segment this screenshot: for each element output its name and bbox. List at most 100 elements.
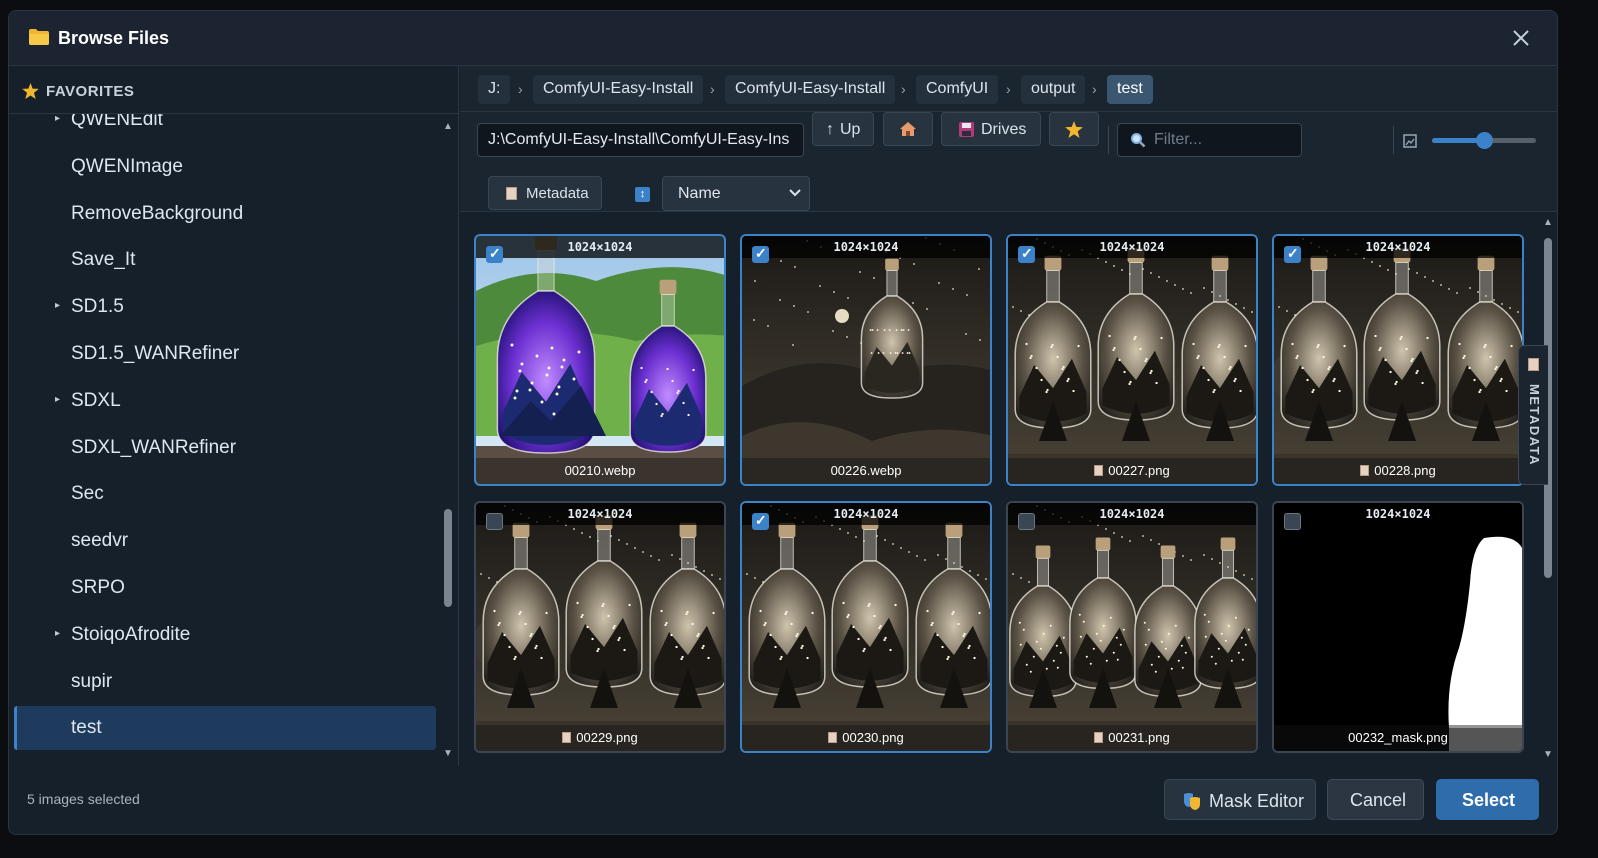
scrollbar-thumb[interactable]: [444, 509, 452, 607]
file-card[interactable]: 1024×1024 00230.png: [740, 501, 992, 753]
breadcrumb-separator: ›: [710, 81, 715, 97]
home-button[interactable]: [883, 112, 933, 146]
select-checkbox[interactable]: [752, 245, 769, 263]
scroll-up-arrow-icon[interactable]: ▲: [1543, 217, 1553, 228]
expand-arrow-icon[interactable]: ▸: [55, 300, 60, 311]
file-name-bar: 00232_mask.png: [1274, 725, 1522, 751]
metadata-button[interactable]: Metadata: [488, 176, 602, 210]
filter-input[interactable]: Filter...: [1117, 123, 1302, 157]
zoom-slider[interactable]: [1432, 132, 1536, 149]
select-checkbox[interactable]: [486, 513, 503, 530]
sidebar-item-sdxl-wanrefiner[interactable]: SDXL_WANRefiner: [14, 426, 436, 470]
thumbnail-image: [1274, 236, 1522, 484]
file-name: 00226.webp: [830, 463, 902, 478]
sidebar-item-save-it[interactable]: Save_It: [14, 238, 436, 282]
file-card[interactable]: 1024×1024 00228.png: [1272, 234, 1524, 486]
metadata-document-icon: [828, 732, 838, 743]
sidebar-scrollbar[interactable]: ▲ ▼: [441, 121, 455, 761]
sidebar-item-stoiqoafrodite[interactable]: ▸ StoiqoAfrodite: [14, 613, 436, 657]
file-name-bar: 00228.png: [1274, 458, 1522, 484]
select-checkbox[interactable]: [1018, 245, 1035, 263]
scroll-up-arrow-icon[interactable]: ▲: [443, 121, 453, 132]
sort-direction-icon[interactable]: ↕: [635, 187, 650, 202]
home-icon: [900, 122, 916, 136]
sidebar-item-label: Save_It: [71, 249, 136, 271]
scroll-down-arrow-icon[interactable]: ▼: [443, 748, 453, 759]
cancel-label: Cancel: [1350, 790, 1407, 810]
sort-value: Name: [678, 185, 721, 202]
sidebar-item-label: StoiqoAfrodite: [71, 623, 191, 645]
file-card[interactable]: 1024×1024 00231.png: [1006, 501, 1258, 753]
breadcrumb-segment[interactable]: ComfyUI: [916, 75, 999, 104]
folder-icon: [29, 29, 49, 45]
dialog-titlebar: Browse Files: [9, 11, 1557, 66]
file-card[interactable]: 1024×1024 00227.png: [1006, 234, 1258, 486]
path-input[interactable]: [477, 123, 804, 157]
close-icon[interactable]: [1509, 26, 1533, 50]
sidebar-item-qwenimage[interactable]: QWENImage: [14, 145, 436, 189]
grid-scrollbar[interactable]: ▲ ▼: [1540, 213, 1556, 766]
cancel-button[interactable]: Cancel: [1327, 779, 1424, 820]
file-name-bar: 00230.png: [742, 725, 990, 751]
breadcrumb-segment[interactable]: ComfyUI-Easy-Install: [725, 75, 896, 104]
zoom-slider-handle[interactable]: [1476, 132, 1493, 149]
select-label: Select: [1462, 790, 1516, 810]
file-name: 00231.png: [1108, 730, 1170, 745]
sidebar-item-qwenedit[interactable]: ▸ QWENEdit: [14, 114, 436, 142]
file-card[interactable]: 1024×1024 00232_mask.png: [1272, 501, 1524, 753]
sidebar-item-sd1-5[interactable]: ▸ SD1.5: [14, 285, 436, 329]
scroll-down-arrow-icon[interactable]: ▼: [1543, 749, 1553, 760]
sidebar-item-seedvr[interactable]: seedvr: [14, 519, 436, 563]
breadcrumb-segment[interactable]: ComfyUI-Easy-Install: [533, 75, 704, 104]
sidebar-item-label: SDXL: [71, 389, 121, 411]
breadcrumb-segment[interactable]: output: [1021, 75, 1086, 104]
breadcrumb-segment[interactable]: J:: [478, 75, 511, 104]
favorites-button[interactable]: [1049, 112, 1099, 146]
select-button[interactable]: Select: [1436, 779, 1539, 820]
select-checkbox[interactable]: [1284, 513, 1301, 530]
thumbnail-image: [476, 503, 724, 751]
breadcrumb-separator: ›: [901, 81, 906, 97]
file-name-bar: 00227.png: [1008, 458, 1256, 484]
expand-arrow-icon[interactable]: ▸: [55, 114, 60, 124]
file-name: 00230.png: [842, 730, 904, 745]
breadcrumb: J: › ComfyUI-Easy-Install › ComfyUI-Easy-Ins…: [460, 66, 1557, 112]
image-size-icon: [1403, 134, 1417, 148]
select-checkbox[interactable]: [752, 512, 769, 530]
expand-arrow-icon[interactable]: ▸: [55, 628, 60, 639]
sidebar-item-label: Sec: [71, 483, 104, 505]
sidebar-item-sec[interactable]: Sec: [14, 472, 436, 516]
sidebar-item-sdxl[interactable]: ▸ SDXL: [14, 379, 436, 423]
arrow-up-icon: ↑: [826, 121, 834, 138]
mask-editor-button[interactable]: Mask Editor: [1164, 779, 1316, 820]
sidebar-item-removebackground[interactable]: RemoveBackground: [14, 192, 436, 236]
sidebar-item-supir[interactable]: supir: [14, 660, 436, 704]
select-checkbox[interactable]: [1284, 245, 1301, 263]
dialog-title: Browse Files: [58, 28, 170, 48]
file-card[interactable]: 1024×1024 00229.png: [474, 501, 726, 753]
sidebar-item-srpo[interactable]: SRPO: [14, 566, 436, 610]
star-icon: [1065, 121, 1083, 138]
thumbnail-image: [1008, 503, 1256, 751]
select-checkbox[interactable]: [486, 245, 503, 263]
thumbnail-image: [742, 503, 990, 751]
breadcrumb-segment[interactable]: test: [1107, 75, 1153, 104]
metadata-label: Metadata: [526, 185, 589, 202]
document-icon: [506, 187, 517, 200]
select-checkbox[interactable]: [1018, 513, 1035, 530]
up-button[interactable]: ↑ Up: [812, 112, 874, 146]
sidebar-item-sd1-5-wanrefiner[interactable]: SD1.5_WANRefiner: [14, 332, 436, 376]
sort-select[interactable]: Name: [662, 176, 810, 211]
drives-button[interactable]: Drives: [941, 112, 1041, 146]
image-dimensions: 1024×1024: [742, 236, 990, 258]
sidebar-item-test[interactable]: test: [14, 706, 436, 751]
metadata-side-tab[interactable]: METADATA: [1518, 345, 1548, 485]
file-card[interactable]: 1024×1024 00210.webp: [474, 234, 726, 486]
image-dimensions: 1024×1024: [1008, 503, 1256, 525]
metadata-document-icon: [1360, 465, 1370, 476]
file-card[interactable]: 1024×1024 00226.webp: [740, 234, 992, 486]
expand-arrow-icon[interactable]: ▸: [55, 394, 60, 405]
favorites-header[interactable]: FAVORITES: [9, 66, 459, 114]
main-panel: J: › ComfyUI-Easy-Install › ComfyUI-Easy-Ins…: [460, 66, 1557, 766]
thumbnail-image: [1274, 503, 1522, 751]
